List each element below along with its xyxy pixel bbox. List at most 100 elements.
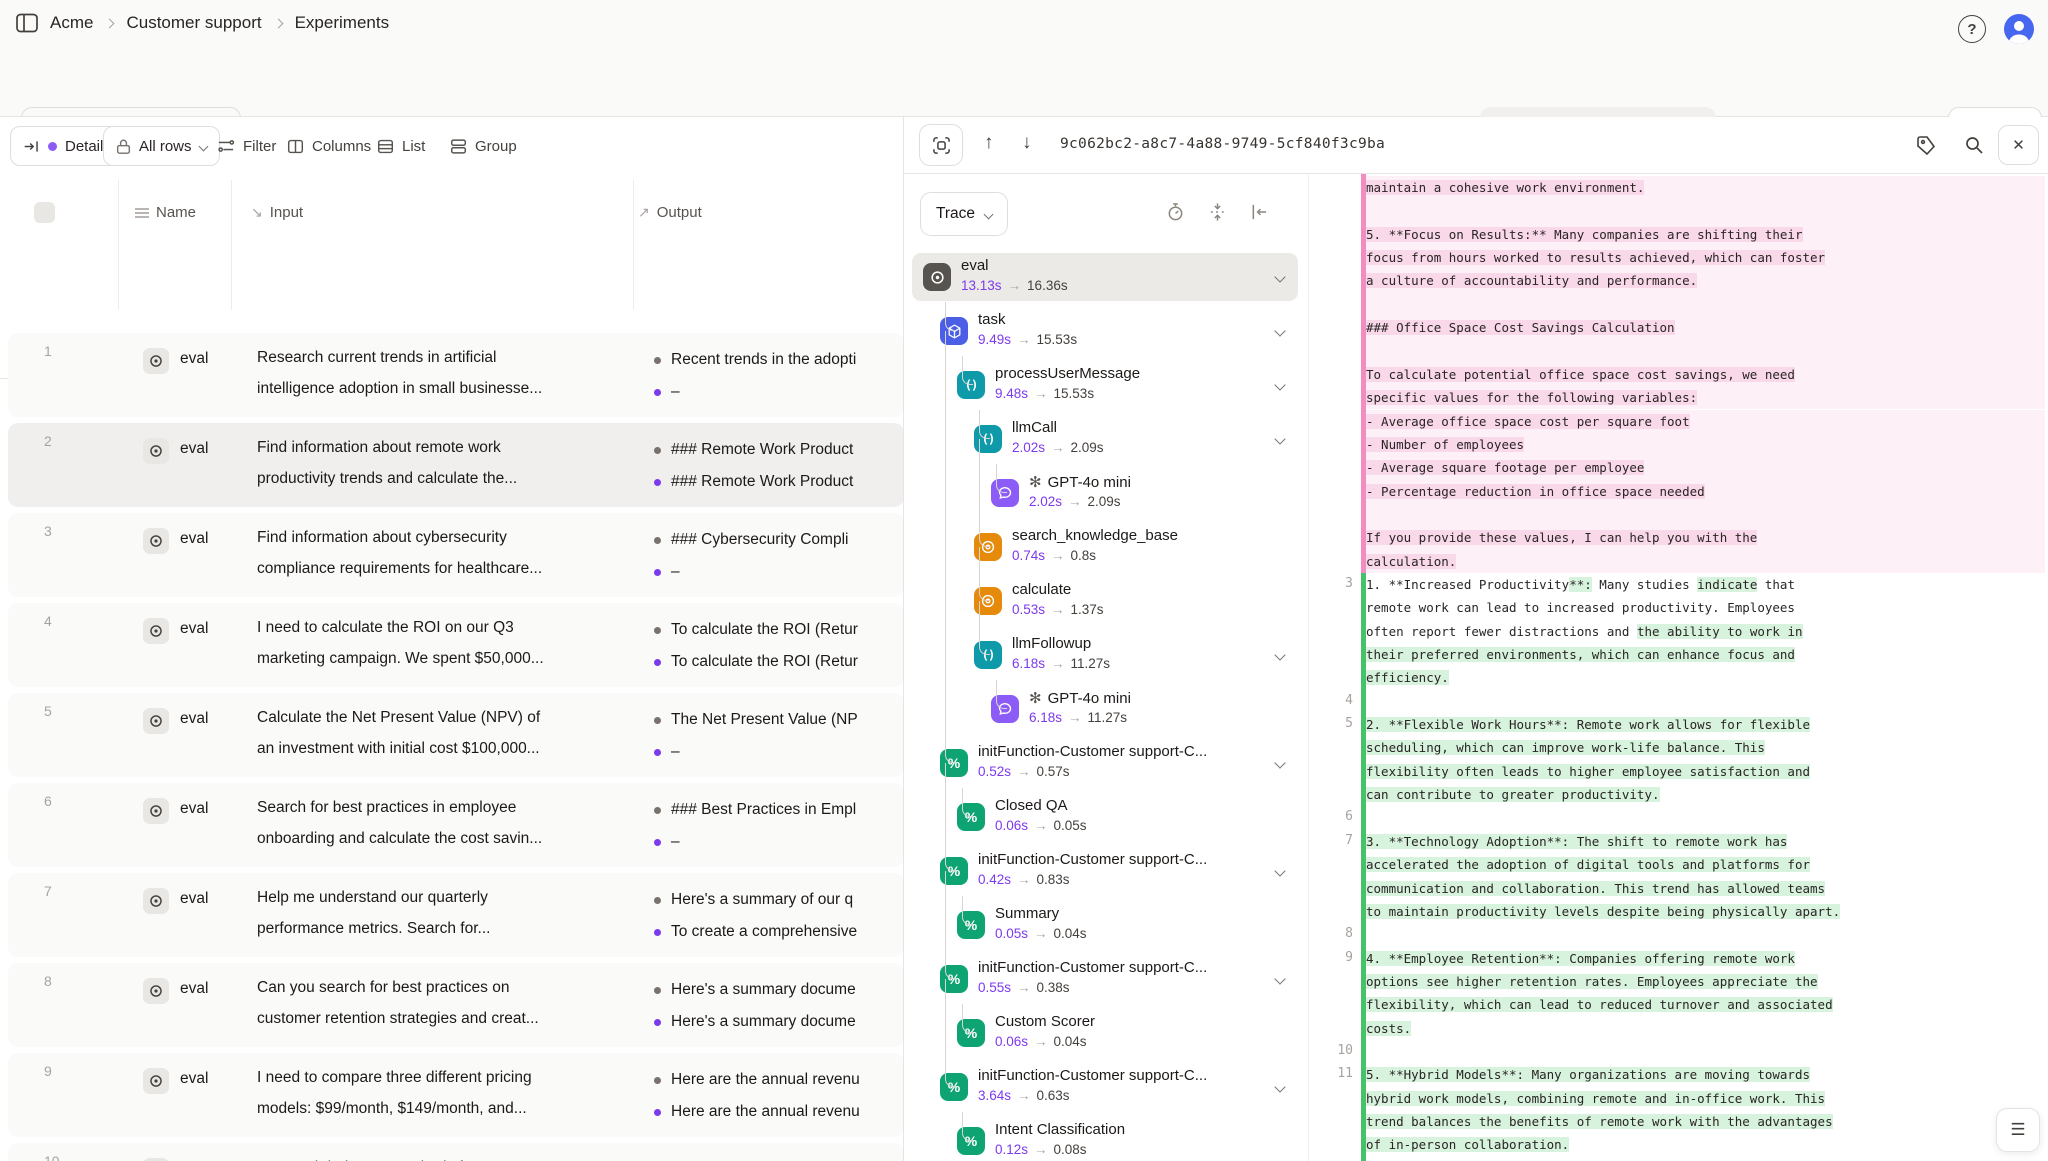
chevron-down-icon[interactable] [1274,865,1285,876]
row-output-line2: Here are the annual revenu [654,1103,860,1121]
row-number: 2 [44,433,52,449]
tree-connector [962,356,973,385]
group-icon [450,138,467,155]
tag-icon[interactable] [1916,135,1936,155]
chevron-down-icon[interactable] [1274,433,1285,444]
focus-trace-button[interactable] [919,124,963,166]
diff-removed-line: maintain a cohesive work environment. [1366,176,2045,199]
trace-span-row[interactable]: search_knowledge_base 0.74s→0.8s [912,523,1298,571]
select-all-checkbox[interactable] [34,202,55,223]
chevron-down-icon[interactable] [1274,271,1285,282]
trace-span-row[interactable]: eval 13.13s→16.36s [912,253,1298,301]
trace-span-row[interactable]: % initFunction-Customer support-C... 3.6… [912,1063,1298,1111]
column-header-input[interactable]: ↘ Input [251,204,303,221]
breadcrumb-section[interactable]: Experiments [295,13,389,33]
table-row[interactable]: 9 eval I need to compare three different… [8,1053,904,1137]
eval-type-icon [143,438,169,464]
diff-removed-line [1366,503,2045,526]
row-output-line2: ### Remote Work Product [654,473,853,491]
column-header-output[interactable]: ↗ Output [638,204,702,221]
floating-menu-button[interactable]: ☰ [1996,1108,2040,1152]
span-durations: 6.18s→11.27s [1012,656,1110,671]
span-label: eval [961,257,989,274]
trace-span-row[interactable]: % initFunction-Customer support-C... 0.4… [912,847,1298,895]
columns-button[interactable]: Columns [287,126,371,166]
diff-added-line: can contribute to greater productivity. [1366,783,2045,806]
chevron-down-icon[interactable] [1274,757,1285,768]
span-label: initFunction-Customer support-C... [978,1067,1207,1084]
span-durations: 0.06s→0.05s [995,818,1087,833]
close-panel-button[interactable]: ✕ [1998,125,2039,165]
table-row[interactable]: 5 eval Calculate the Net Present Value (… [8,693,904,777]
table-row[interactable]: 4 eval I need to calculate the ROI on ou… [8,603,904,687]
tree-connector [945,302,956,331]
table-row[interactable]: 2 eval Find information about remote wor… [8,423,904,507]
breadcrumb-org[interactable]: Acme [50,13,93,33]
row-input-line1: I need to compare three different pricin… [257,1069,532,1087]
arrow-in-icon: ↘ [251,204,263,221]
list-button[interactable]: List [377,126,425,166]
breadcrumb-separator-icon [105,18,115,28]
eval-type-icon [143,888,169,914]
tree-connector [962,788,973,817]
chevron-down-icon[interactable] [1274,379,1285,390]
hamburger-icon: ☰ [2010,1120,2025,1140]
diff-removed-line: a culture of accountability and performa… [1366,269,2045,292]
span-durations: 0.74s→0.8s [1012,548,1096,563]
trace-span-row[interactable]: () llmFollowup 6.18s→11.27s [912,631,1298,679]
row-output-line1: To calculate the ROI (Retur [654,621,858,639]
trace-span-row[interactable]: % initFunction-Customer support-C... 0.5… [912,739,1298,787]
diff-removed-line: - Percentage reduction in office space n… [1366,480,2045,503]
diff-line-number: 8 [1313,926,1353,941]
group-button[interactable]: Group [450,126,517,166]
app-bar: Acme Customer support Experiments ? [0,0,2048,46]
collapse-vertical-icon[interactable] [1208,202,1227,222]
tree-connector [945,331,956,763]
chevron-down-icon[interactable] [1274,1081,1285,1092]
diff-removed-line: 5. **Focus on Results:** Many companies … [1366,223,2045,246]
trace-view-selector[interactable]: Trace [920,192,1008,236]
trace-span-row[interactable]: ✻GPT-4o mini 6.18s→11.27s [912,685,1298,733]
trace-span-row[interactable]: % initFunction-Customer support-C... 0.5… [912,955,1298,1003]
next-row-button[interactable]: ↓ [1022,132,1032,154]
collapse-left-icon[interactable] [1250,202,1269,222]
rows-filter-button[interactable]: All rows [103,126,220,166]
diff-added-line: to maintain productivity levels despite … [1366,900,2045,923]
help-button[interactable]: ? [1958,15,1986,43]
chevron-down-icon[interactable] [1274,973,1285,984]
timing-icon[interactable] [1166,202,1185,222]
avatar[interactable] [2004,14,2034,44]
trace-span-row[interactable]: ✻GPT-4o mini 2.02s→2.09s [912,469,1298,517]
table-row[interactable]: 3 eval Find information about cybersecur… [8,513,904,597]
row-output-line2: – [654,383,680,401]
rows-filter-label: All rows [139,138,192,155]
row-name: eval [180,530,208,548]
rows-icon [135,207,149,219]
tree-connector [979,547,990,601]
diff-removed-line: - Number of employees [1366,433,2045,456]
table-row[interactable]: 1 eval Research current trends in artifi… [8,333,904,417]
chevron-down-icon[interactable] [1274,325,1285,336]
sidebar-toggle-icon[interactable] [16,13,38,33]
trace-span-row[interactable]: calculate 0.53s→1.37s [912,577,1298,625]
search-icon[interactable] [1964,135,1984,155]
table-row[interactable]: 7 eval Help me understand our quarterly … [8,873,904,957]
trace-span-row[interactable]: () llmCall 2.02s→2.09s [912,415,1298,463]
prev-row-button[interactable]: ↑ [984,132,994,154]
table-row[interactable]: 10 eval Research industry standards for … [8,1143,904,1161]
filter-button[interactable]: Filter [217,126,276,166]
eval-type-icon [143,348,169,374]
trace-span-row[interactable]: task 9.49s→15.53s [912,307,1298,355]
table-row[interactable]: 8 eval Can you search for best practices… [8,963,904,1047]
row-output-line1: Here's a summary of our q [654,891,853,909]
breadcrumb-project[interactable]: Customer support [126,13,261,33]
diff-removed-line: If you provide these values, I can help … [1366,526,2045,549]
diff-output-panel: maintain a cohesive work environment. 5.… [1308,174,2048,1161]
span-label: Summary [995,905,1059,922]
table-row[interactable]: 6 eval Search for best practices in empl… [8,783,904,867]
chevron-down-icon[interactable] [1274,649,1285,660]
row-input-line1: Calculate the Net Present Value (NPV) of [257,709,540,727]
row-name: eval [180,1070,208,1088]
column-header-name[interactable]: Name [135,204,196,221]
column-divider [633,180,634,310]
